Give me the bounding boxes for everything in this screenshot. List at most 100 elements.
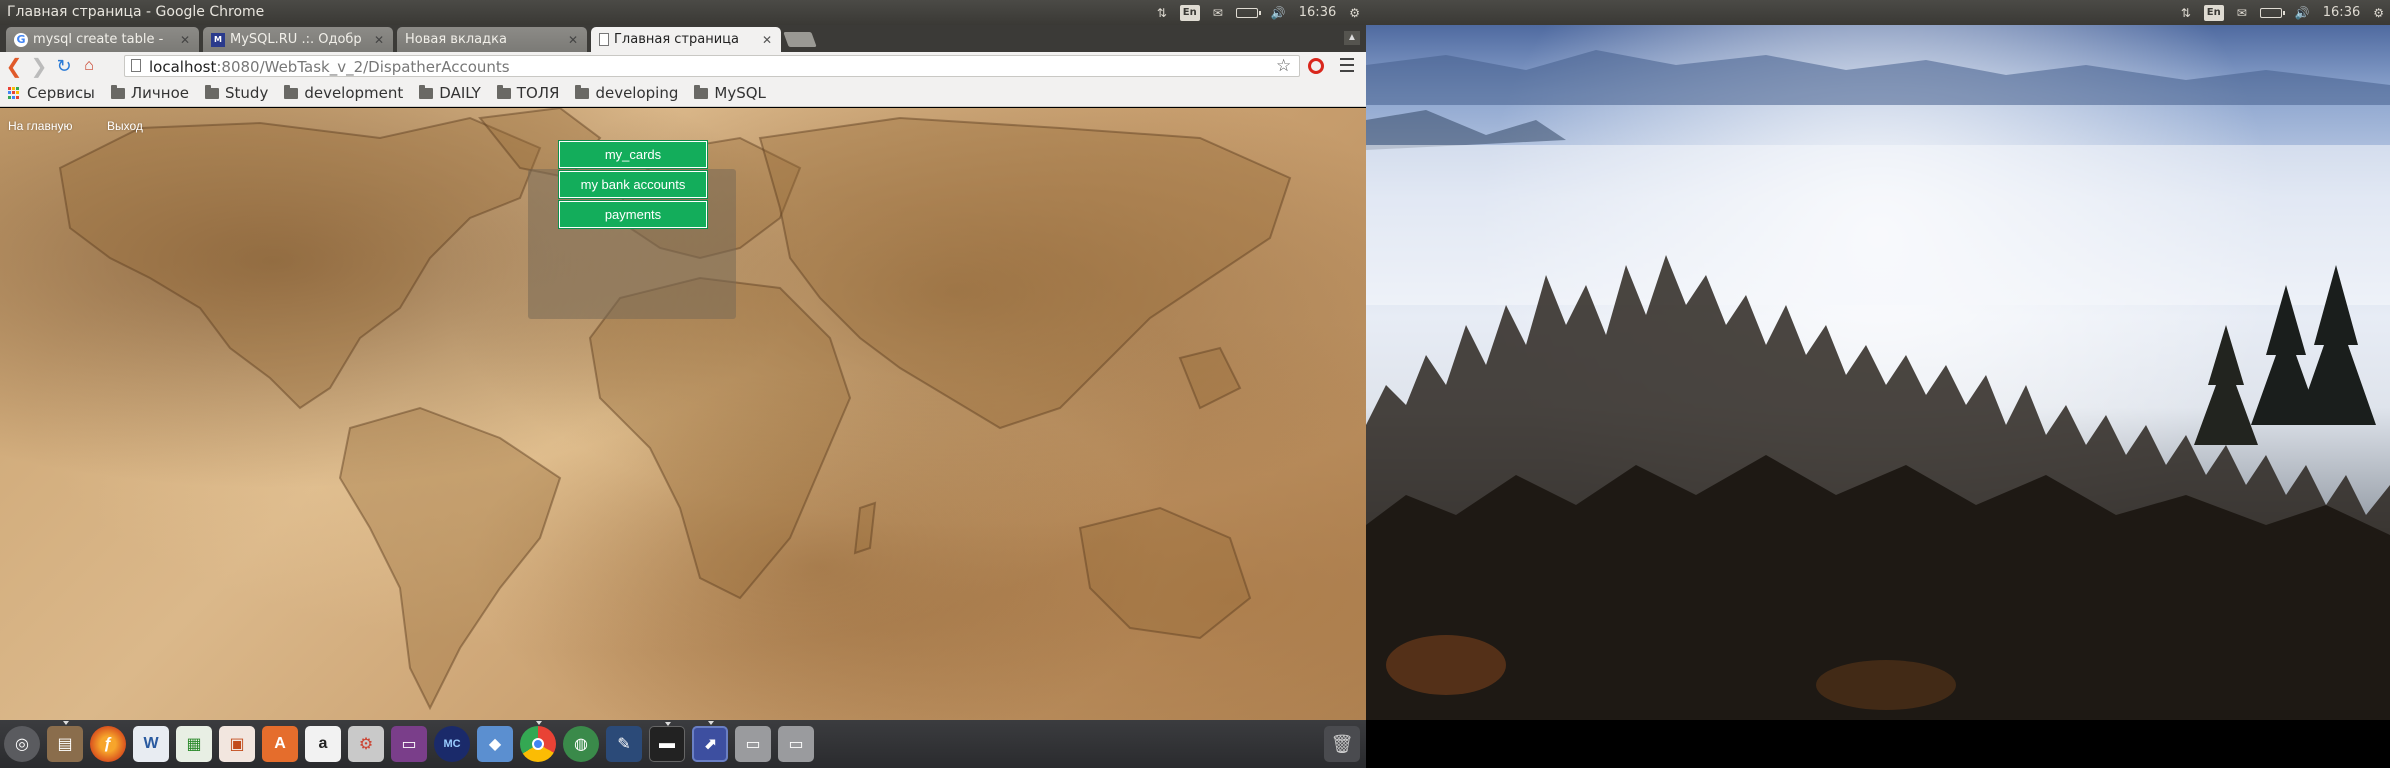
keyboard-layout-indicator[interactable]: En xyxy=(2203,4,2224,21)
bookmark-star-icon[interactable]: ☆ xyxy=(1276,56,1291,76)
files-icon[interactable]: ▤ xyxy=(47,721,83,762)
foggy-forest-image xyxy=(1366,50,2390,720)
firefox-icon[interactable]: ƒ xyxy=(90,726,126,762)
profile-icon[interactable]: ▲ xyxy=(1344,31,1360,45)
close-icon[interactable]: ✕ xyxy=(179,33,191,47)
top-panel: ⇅ En ✉ 🔊 16:36 ⚙ xyxy=(1366,0,2390,25)
google-icon: G xyxy=(14,32,28,47)
close-icon[interactable]: ✕ xyxy=(567,33,579,47)
network-icon[interactable]: ◍ xyxy=(563,726,599,762)
bookmark-label: MySQL xyxy=(714,84,766,102)
settings-icon[interactable]: ⚙ xyxy=(348,726,384,762)
tab-new-tab[interactable]: Новая вкладка ✕ xyxy=(397,27,587,52)
tab-title: mysql create table - xyxy=(33,32,164,47)
trash-icon[interactable]: 🗑 xyxy=(1324,726,1360,762)
indicator-area: ⇅ En ✉ 🔊 16:36 ⚙ xyxy=(1157,0,1360,25)
battery-icon[interactable] xyxy=(2259,7,2285,18)
home-link[interactable]: На главную xyxy=(8,119,72,133)
desktop-wallpaper xyxy=(1366,25,2390,720)
page-viewport: На главную Выход xyxy=(0,108,1366,720)
cube-icon[interactable]: ◆ xyxy=(477,726,513,762)
folder-icon xyxy=(205,84,220,99)
mail-icon[interactable]: ✉ xyxy=(1213,5,1223,21)
page-info-icon[interactable] xyxy=(131,59,141,72)
battery-icon[interactable] xyxy=(1235,7,1261,18)
folder-icon xyxy=(496,84,511,99)
home-icon[interactable]: ⌂ xyxy=(78,55,100,77)
terminal-icon[interactable]: ▬ xyxy=(649,722,685,762)
url-text[interactable]: localhost:8080/WebTask_v_2/DispatherAcco… xyxy=(149,58,510,76)
tab-title: Новая вкладка xyxy=(405,32,507,47)
clock[interactable]: 16:36 xyxy=(1299,5,1336,21)
screenshot-icon[interactable]: ⬈ xyxy=(692,721,728,762)
bookmark-label: development xyxy=(304,84,404,102)
clock[interactable]: 16:36 xyxy=(2323,5,2360,21)
logout-link[interactable]: Выход xyxy=(107,119,143,133)
gear-icon[interactable]: ⚙ xyxy=(1349,5,1360,21)
impress-icon[interactable]: ▣ xyxy=(219,726,255,762)
back-arrow-icon[interactable]: ❮ xyxy=(3,55,25,78)
editor-icon[interactable]: ✎ xyxy=(606,726,642,762)
payments-button[interactable]: payments xyxy=(559,201,707,228)
tab-mysql-create-table[interactable]: G mysql create table - ✕ xyxy=(6,27,199,52)
new-tab-button[interactable] xyxy=(783,32,817,47)
amazon-icon[interactable]: a xyxy=(305,726,341,762)
drive-icon[interactable]: ▭ xyxy=(735,726,771,762)
bookmark-services[interactable]: Сервисы xyxy=(0,84,95,102)
volume-icon[interactable]: 🔊 xyxy=(2295,5,2310,21)
bookmark-label: Study xyxy=(225,84,269,102)
calc-icon[interactable]: ▦ xyxy=(176,726,212,762)
chrome-menu-icon[interactable] xyxy=(1340,58,1354,72)
opera-extension-icon[interactable] xyxy=(1308,58,1324,74)
gear-icon[interactable]: ⚙ xyxy=(2373,5,2384,21)
mc-icon[interactable]: MC xyxy=(434,726,470,762)
keyboard-layout-indicator[interactable]: En xyxy=(1179,4,1200,21)
tab-title: Главная страница xyxy=(614,32,739,47)
network-indicator-icon[interactable]: ⇅ xyxy=(2181,5,2191,21)
network-indicator-icon[interactable]: ⇅ xyxy=(1157,5,1167,21)
chrome-icon[interactable] xyxy=(520,721,556,762)
my-cards-button[interactable]: my_cards xyxy=(559,141,707,168)
bookmark-folder-tolya[interactable]: ТОЛЯ xyxy=(496,84,560,102)
apps-icon xyxy=(8,87,20,99)
mail-icon[interactable]: ✉ xyxy=(2237,5,2247,21)
app-window-icon[interactable]: ▭ xyxy=(391,726,427,762)
tab-strip: G mysql create table - ✕ M MySQL.RU .:. … xyxy=(0,25,1366,52)
bookmark-folder-daily[interactable]: DAILY xyxy=(419,84,481,102)
bookmark-label: DAILY xyxy=(439,84,481,102)
left-monitor: Главная страница - Google Chrome ⇅ En ✉ … xyxy=(0,0,1366,768)
close-icon[interactable]: ✕ xyxy=(761,33,773,47)
my-bank-accounts-button[interactable]: my bank accounts xyxy=(559,171,707,198)
drive-icon[interactable]: ▭ xyxy=(778,726,814,762)
bookmark-label: developing xyxy=(595,84,679,102)
window-title: Главная страница - Google Chrome xyxy=(7,4,265,20)
bookmark-folder-developing[interactable]: developing xyxy=(575,84,678,102)
bookmark-folder-personal[interactable]: Личное xyxy=(110,84,189,102)
dash-icon[interactable]: ◎ xyxy=(4,726,40,762)
reload-icon[interactable]: ↻ xyxy=(53,55,75,77)
close-icon[interactable]: ✕ xyxy=(373,33,385,47)
bookmark-label: ТОЛЯ xyxy=(516,84,560,102)
browser-toolbar: ❮ ❯ ↻ ⌂ localhost:8080/WebTask_v_2/Dispa… xyxy=(0,52,1366,80)
writer-icon[interactable]: W xyxy=(133,726,169,762)
top-panel: Главная страница - Google Chrome ⇅ En ✉ … xyxy=(0,0,1366,25)
bookmarks-bar: Сервисы Личное Study development DAILY Т… xyxy=(0,80,1366,107)
right-monitor: ⇅ En ✉ 🔊 16:36 ⚙ ◎ ▤ xyxy=(1366,0,2390,768)
folder-icon xyxy=(419,84,434,99)
bookmark-folder-study[interactable]: Study xyxy=(205,84,268,102)
folder-icon xyxy=(694,84,709,99)
bookmark-label: Сервисы xyxy=(27,84,95,102)
folder-icon xyxy=(575,84,590,99)
address-bar[interactable]: localhost:8080/WebTask_v_2/DispatherAcco… xyxy=(124,55,1300,77)
bookmark-folder-mysql[interactable]: MySQL xyxy=(694,84,766,102)
volume-icon[interactable]: 🔊 xyxy=(1271,5,1286,21)
indicator-area: ⇅ En ✉ 🔊 16:36 ⚙ xyxy=(2181,0,2384,25)
forward-arrow-icon[interactable]: ❯ xyxy=(28,55,50,78)
bookmark-folder-development[interactable]: development xyxy=(284,84,403,102)
tab-mysql-ru[interactable]: M MySQL.RU .:. Одобр ✕ xyxy=(203,27,393,52)
folder-icon xyxy=(284,84,299,99)
launcher: ◎ ▤ ƒ W ▦ ▣ A a ⚙ ▭ MC ◆ ◍ ✎ ▬ ⬈ ▭ ▭ 🗑 xyxy=(0,720,1366,768)
page-icon xyxy=(599,33,609,46)
software-center-icon[interactable]: A xyxy=(262,726,298,762)
tab-main-page[interactable]: Главная страница ✕ xyxy=(591,27,781,52)
